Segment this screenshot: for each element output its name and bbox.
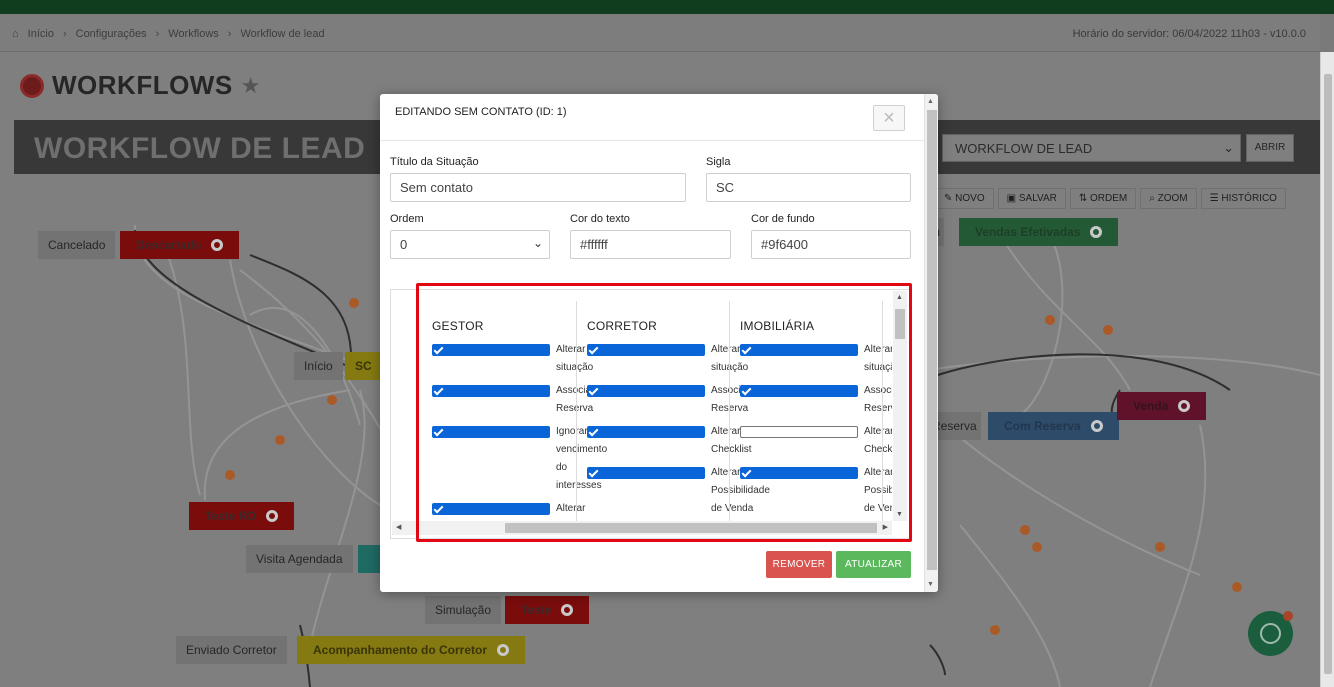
node-label-enviado-corretor: Enviado Corretor xyxy=(176,636,287,664)
highlight-box xyxy=(416,283,912,542)
node-connector-icon[interactable] xyxy=(561,604,574,616)
open-button[interactable]: ABRIR xyxy=(1246,134,1294,162)
cor-fundo-input[interactable]: #9f6400 xyxy=(751,230,911,259)
node-connector-icon[interactable] xyxy=(266,510,279,522)
node-vendas-efetivadas-label: Vendas Efetivadas xyxy=(975,225,1081,239)
node-connector-icon[interactable] xyxy=(211,239,224,251)
sigla-input[interactable]: SC xyxy=(706,173,911,202)
node-teste-label: Teste xyxy=(521,603,552,617)
chevron-right-icon: › xyxy=(155,28,160,40)
node-com-reserva[interactable]: Com Reserva xyxy=(988,412,1119,440)
breadcrumb: ⌂ Início › Configurações › Workflows › W… xyxy=(12,28,325,40)
breadcrumb-inicio[interactable]: Início xyxy=(28,28,54,40)
page-scrollbar-thumb[interactable] xyxy=(1324,74,1332,674)
chevron-down-icon: ⌄ xyxy=(1223,140,1234,155)
breadcrumb-current: Workflow de lead xyxy=(240,28,325,40)
node-teste-rd-label: Teste RD xyxy=(205,509,257,523)
titulo-label: Título da Situação xyxy=(390,156,479,168)
node-descartado[interactable]: Descartado xyxy=(120,231,240,259)
chevron-down-icon: ⌄ xyxy=(532,236,543,250)
chat-button[interactable] xyxy=(1248,611,1293,656)
chevron-right-icon: › xyxy=(62,28,67,40)
node-label-cancelado: Cancelado xyxy=(38,231,116,259)
cor-fundo-label: Cor de fundo xyxy=(751,213,815,225)
page-heading: WORKFLOWS ★ xyxy=(20,70,260,101)
star-icon[interactable]: ★ xyxy=(241,73,261,99)
scroll-left-icon[interactable]: ◀ xyxy=(396,523,401,531)
ordem-label: Ordem xyxy=(390,213,424,225)
node-label-simulacao: Simulação xyxy=(425,596,502,624)
node-descartado-label: Descartado xyxy=(136,238,202,252)
workflow-select-value: WORKFLOW DE LEAD xyxy=(955,141,1093,156)
modal-scrollbar[interactable]: ▲ ▼ xyxy=(924,94,938,592)
home-icon: ⌂ xyxy=(12,28,19,40)
ordem-select-value: 0 xyxy=(400,237,408,252)
node-label-visita-agendada: Visita Agendada xyxy=(246,545,353,573)
banner-title: WORKFLOW DE LEAD xyxy=(34,132,366,165)
scroll-down-icon[interactable]: ▼ xyxy=(927,581,934,588)
remove-button[interactable]: REMOVER xyxy=(766,551,832,578)
scroll-up-icon[interactable]: ▲ xyxy=(927,98,934,105)
edit-status-modal: EDITANDO SEM CONTATO (ID: 1) × Título da… xyxy=(380,94,938,592)
top-bar xyxy=(0,0,1334,14)
node-teste-rd[interactable]: Teste RD xyxy=(189,502,295,530)
node-connector-icon[interactable] xyxy=(1090,420,1103,432)
node-teste[interactable]: Teste xyxy=(505,596,590,624)
node-acompanhamento[interactable]: Acompanhamento do Corretor xyxy=(297,636,526,664)
node-connector-icon[interactable] xyxy=(497,644,510,656)
page-scrollbar[interactable] xyxy=(1320,52,1334,687)
sigla-label: Sigla xyxy=(706,156,731,168)
notification-badge xyxy=(1283,611,1293,621)
node-label-inicio: Início xyxy=(294,352,343,380)
server-time: Horário do servidor: 06/04/2022 11h03 - … xyxy=(1072,28,1306,40)
node-vendas-efetivadas[interactable]: Vendas Efetivadas xyxy=(959,218,1119,246)
ordem-select[interactable]: 0 ⌄ xyxy=(390,230,550,259)
workflow-logo-icon xyxy=(20,73,44,98)
node-visita-agendada[interactable] xyxy=(358,545,380,573)
node-sc[interactable]: SC xyxy=(345,352,381,380)
chevron-right-icon: › xyxy=(227,28,232,40)
node-connector-icon[interactable] xyxy=(1090,226,1103,238)
titulo-input[interactable]: Sem contato xyxy=(390,173,686,202)
modal-title: EDITANDO SEM CONTATO (ID: 1) xyxy=(395,106,567,118)
cor-texto-label: Cor do texto xyxy=(570,213,630,225)
node-connector-icon[interactable] xyxy=(1178,400,1191,412)
node-venda[interactable]: Venda xyxy=(1117,392,1207,420)
workflow-select[interactable]: WORKFLOW DE LEAD ⌄ xyxy=(942,134,1241,162)
breadcrumb-configuracoes[interactable]: Configurações xyxy=(76,28,147,40)
update-button[interactable]: ATUALIZAR xyxy=(836,551,911,578)
breadcrumb-workflows[interactable]: Workflows xyxy=(168,28,219,40)
breadcrumb-bar: ⌂ Início › Configurações › Workflows › W… xyxy=(0,14,1320,52)
node-com-reserva-label: Com Reserva xyxy=(1004,419,1081,433)
cor-texto-input[interactable]: #ffffff xyxy=(570,230,731,259)
chat-icon xyxy=(1260,623,1281,644)
modal-scrollbar-thumb[interactable] xyxy=(927,110,937,570)
modal-header: EDITANDO SEM CONTATO (ID: 1) × xyxy=(380,94,924,141)
node-venda-label: Venda xyxy=(1133,399,1169,413)
close-button[interactable]: × xyxy=(873,105,905,131)
node-acompanhamento-label: Acompanhamento do Corretor xyxy=(313,643,488,657)
page-title: WORKFLOWS xyxy=(52,70,233,100)
